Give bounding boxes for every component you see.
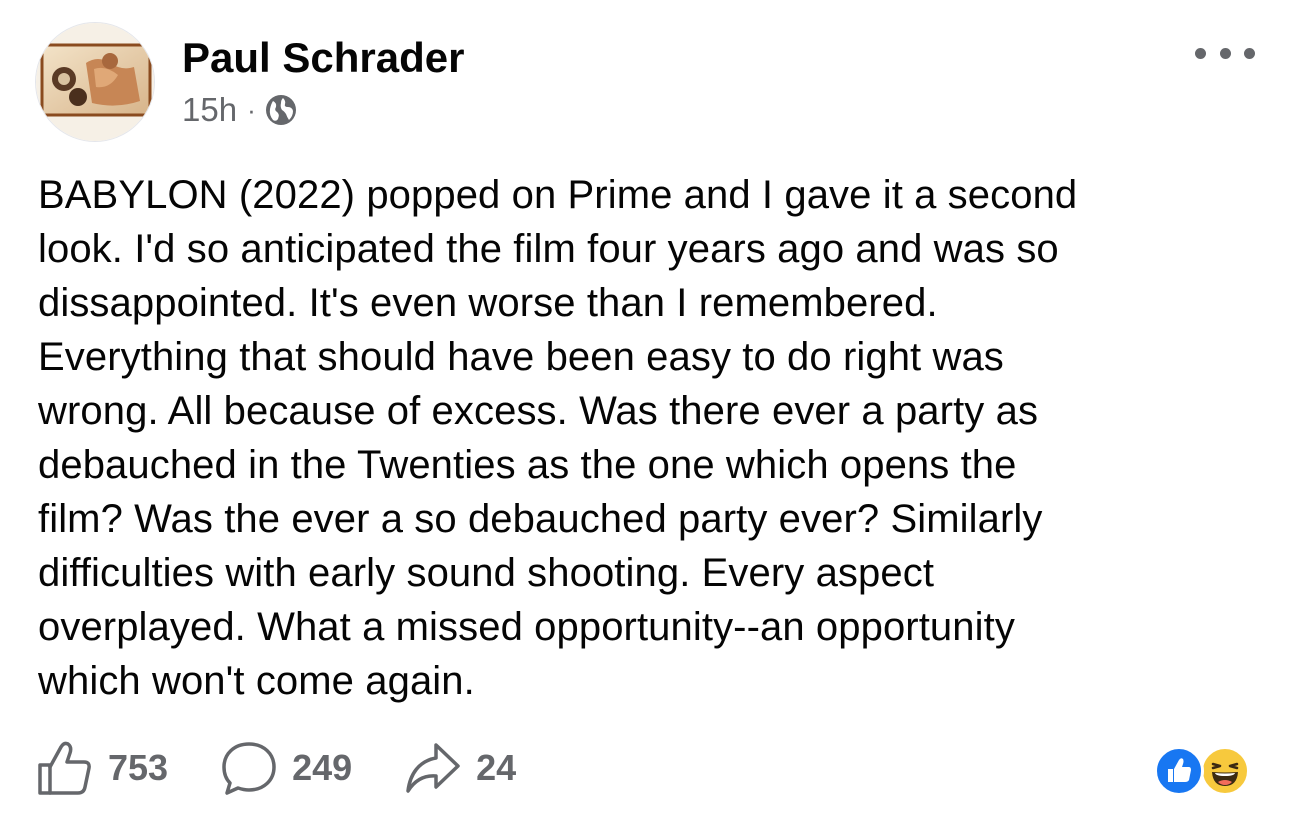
thumbs-up-icon [38, 741, 91, 795]
meta-separator: · [247, 94, 256, 125]
like-count: 753 [108, 747, 169, 788]
more-options-dot [1219, 47, 1231, 59]
post-meta: 15h · [182, 90, 298, 130]
like-button[interactable]: 753 [36, 739, 168, 797]
more-options-button[interactable] [1195, 38, 1255, 68]
more-options-dot [1195, 47, 1206, 59]
post-text: BABYLON (2022) popped on Prime and I gav… [38, 173, 1078, 703]
reactions-summary[interactable] [1154, 744, 1258, 798]
share-count: 24 [476, 747, 517, 788]
comment-button[interactable]: 249 [220, 739, 352, 797]
like-reaction-icon [1154, 746, 1204, 796]
author-name[interactable]: Paul Schrader [182, 33, 464, 83]
post-actions: 753 249 24 [36, 738, 568, 798]
avatar-photo [36, 23, 154, 141]
share-arrow-icon [406, 743, 460, 793]
comment-count: 249 [292, 747, 353, 788]
avatar[interactable] [35, 22, 155, 142]
more-options-dot [1244, 47, 1255, 59]
haha-reaction-icon [1200, 746, 1250, 796]
post-timestamp[interactable]: 15h [182, 91, 237, 129]
globe-icon[interactable] [264, 93, 298, 127]
comment-bubble-icon [222, 742, 276, 795]
share-button[interactable]: 24 [404, 739, 516, 797]
